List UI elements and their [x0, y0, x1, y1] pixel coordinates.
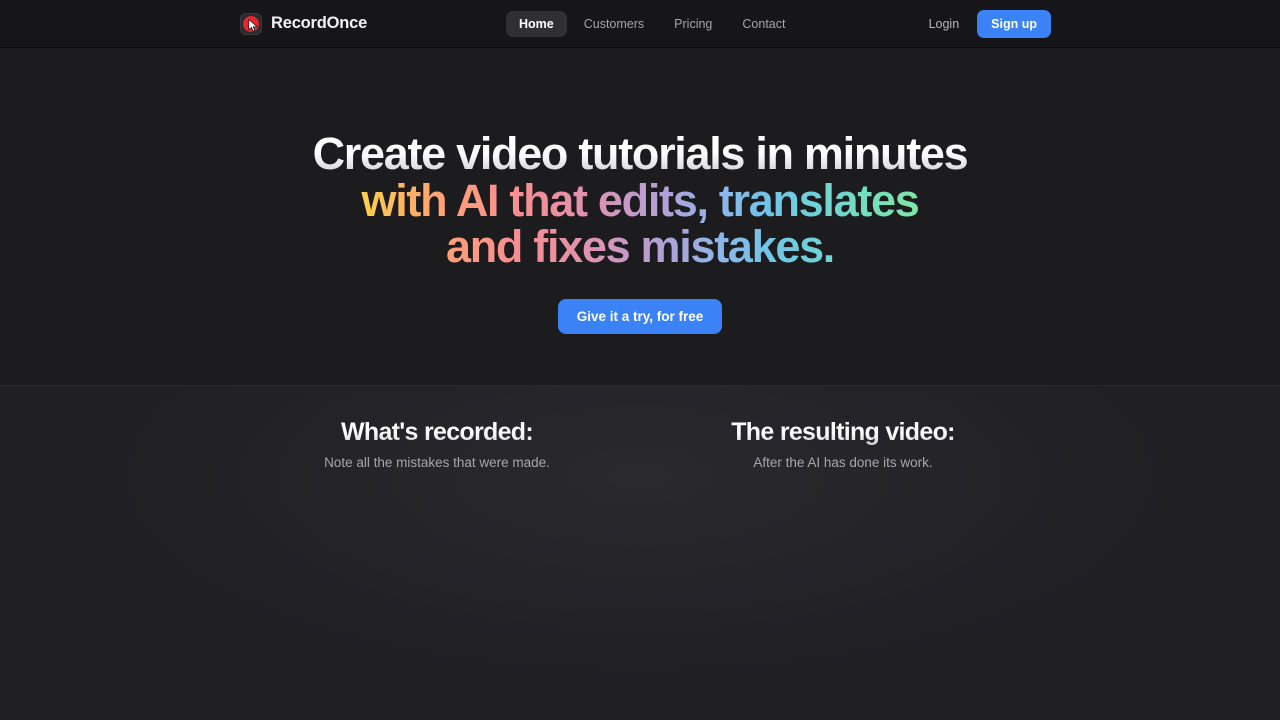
- signup-button[interactable]: Sign up: [977, 9, 1051, 38]
- left-column-title: What's recorded:: [227, 418, 647, 447]
- comparison-right-heading: The resulting video: After the AI has do…: [633, 418, 1053, 470]
- headline-line-2: with AI that edits, translates: [313, 177, 968, 225]
- comparison-left-heading: What's recorded: Note all the mistakes t…: [227, 418, 647, 470]
- hero-headline: Create video tutorials in minutes with A…: [312, 128, 969, 271]
- hero-cta-button[interactable]: Give it a try, for free: [557, 298, 723, 334]
- site-header: RecordOnce Home Customers Pricing Contac…: [0, 0, 1280, 48]
- headline-line-1: Create video tutorials in minutes: [312, 128, 969, 179]
- comparison-section: What's recorded: Note all the mistakes t…: [0, 385, 1280, 720]
- record-cursor-icon: [240, 12, 262, 35]
- hero-section: Create video tutorials in minutes with A…: [0, 48, 1280, 385]
- nav-item-pricing[interactable]: Pricing: [661, 11, 725, 37]
- headline-line-3: and fixes mistakes.: [313, 223, 968, 271]
- login-link[interactable]: Login: [929, 17, 960, 31]
- right-column-title: The resulting video:: [633, 418, 1053, 447]
- right-column-subtitle: After the AI has done its work.: [753, 455, 933, 470]
- nav-item-contact[interactable]: Contact: [729, 11, 798, 37]
- nav-item-home[interactable]: Home: [506, 10, 567, 37]
- left-column-subtitle: Note all the mistakes that were made.: [324, 455, 550, 470]
- nav-item-customers[interactable]: Customers: [571, 11, 657, 37]
- main-navigation: Home Customers Pricing Contact: [506, 10, 798, 37]
- brand-logo-link[interactable]: RecordOnce: [240, 12, 368, 35]
- brand-name: RecordOnce: [271, 14, 368, 32]
- auth-actions: Login Sign up: [929, 9, 1051, 38]
